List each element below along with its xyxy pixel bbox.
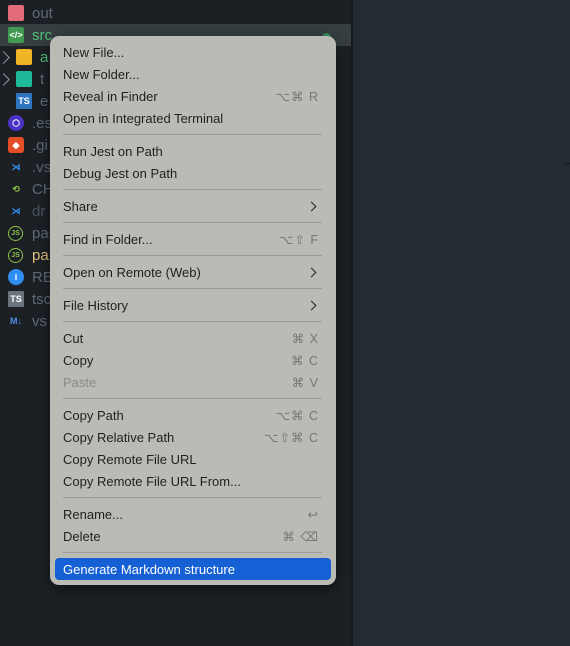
- menu-item-label: Cut: [63, 330, 84, 346]
- menu-item-copy[interactable]: Copy ⌘ C: [55, 349, 331, 371]
- menu-separator: [63, 134, 322, 135]
- menu-item-label: Copy Relative Path: [63, 429, 175, 445]
- menu-item-label: Debug Jest on Path: [63, 165, 178, 181]
- menu-separator: [63, 255, 322, 256]
- menu-item-label: Open on Remote (Web): [63, 264, 201, 280]
- menu-item-label: Delete: [63, 528, 101, 544]
- shortcut-hint: ⌥⌘ C: [275, 408, 319, 423]
- menu-item-label: New File...: [63, 44, 125, 60]
- menu-item-label: Generate Markdown structure: [63, 561, 235, 577]
- shortcut-hint: ⌘ ⌫: [282, 529, 319, 544]
- shortcut-hint: ⌥⇧ F: [279, 232, 319, 247]
- menu-item-label: Reveal in Finder: [63, 88, 158, 104]
- chevron-right-icon: [306, 300, 317, 310]
- shortcut-hint: ⌘ X: [291, 331, 319, 346]
- menu-item-new-file[interactable]: New File...: [55, 41, 331, 63]
- menu-item-generate-markdown-structure[interactable]: Generate Markdown structure: [55, 558, 331, 580]
- menu-item-label: Rename...: [63, 506, 123, 522]
- menu-item-delete[interactable]: Delete ⌘ ⌫: [55, 525, 331, 547]
- menu-item-label: Copy Remote File URL: [63, 451, 197, 467]
- editor-ruler-mark: [564, 163, 570, 164]
- menu-separator: [63, 288, 322, 289]
- chevron-right-icon: [306, 201, 317, 211]
- menu-separator: [63, 222, 322, 223]
- menu-item-file-history[interactable]: File History: [55, 294, 331, 316]
- file-tree-label: pa: [32, 224, 49, 242]
- menu-item-find-in-folder[interactable]: Find in Folder... ⌥⇧ F: [55, 228, 331, 250]
- shortcut-hint: ⌘ V: [291, 375, 319, 390]
- shortcut-hint: ⌥⇧⌘ C: [264, 430, 319, 445]
- menu-separator: [63, 321, 322, 322]
- menu-item-label: Copy: [63, 352, 94, 368]
- file-tree-label: a: [40, 48, 49, 66]
- menu-item-label: Paste: [63, 374, 97, 390]
- menu-item-copy-relative-path[interactable]: Copy Relative Path ⌥⇧⌘ C: [55, 426, 331, 448]
- editor-area[interactable]: [353, 0, 570, 646]
- file-tree-label: t: [40, 70, 45, 88]
- chevron-right-icon[interactable]: [0, 72, 10, 86]
- menu-item-debug-jest-on-path[interactable]: Debug Jest on Path: [55, 162, 331, 184]
- menu-item-label: New Folder...: [63, 66, 140, 82]
- menu-item-open-in-integrated-terminal[interactable]: Open in Integrated Terminal: [55, 107, 331, 129]
- menu-item-label: File History: [63, 297, 129, 313]
- file-tree-item[interactable]: out: [0, 2, 351, 24]
- tsconfig-icon: TS: [8, 291, 24, 307]
- markdown-icon: M↓: [10, 316, 22, 326]
- vscode-icon: ⋊: [11, 205, 21, 216]
- chevron-right-icon[interactable]: [0, 50, 10, 64]
- menu-item-label: Open in Integrated Terminal: [63, 110, 224, 126]
- folder-teal-icon: [16, 71, 32, 87]
- nodejs-icon: JS: [8, 225, 23, 241]
- shortcut-hint: ⌘ C: [291, 353, 319, 368]
- menu-item-paste: Paste ⌘ V: [55, 371, 331, 393]
- shortcut-hint: ↩: [307, 507, 319, 522]
- file-tree-label: pa: [32, 246, 49, 264]
- eslint-icon: ⬡: [8, 115, 24, 131]
- file-tree-label: .gi: [32, 136, 48, 154]
- context-menu: New File... New Folder... Reveal in Finder…: [50, 36, 336, 585]
- file-tree-label: .vs: [32, 158, 52, 176]
- menu-item-reveal-in-finder[interactable]: Reveal in Finder ⌥⌘ R: [55, 85, 331, 107]
- menu-separator: [63, 398, 322, 399]
- menu-separator: [63, 552, 322, 553]
- menu-item-run-jest-on-path[interactable]: Run Jest on Path: [55, 140, 331, 162]
- typescript-file-icon: TS: [16, 93, 32, 109]
- menu-item-copy-path[interactable]: Copy Path ⌥⌘ C: [55, 404, 331, 426]
- nodejs-icon: JS: [8, 247, 23, 263]
- menu-item-cut[interactable]: Cut ⌘ X: [55, 327, 331, 349]
- menu-item-copy-remote-file-url[interactable]: Copy Remote File URL: [55, 448, 331, 470]
- vscode-icon: ⋊: [11, 161, 21, 172]
- menu-item-share[interactable]: Share: [55, 195, 331, 217]
- info-icon: i: [8, 269, 24, 285]
- menu-separator: [63, 189, 322, 190]
- git-icon: ◆: [8, 137, 24, 153]
- menu-item-label: Find in Folder...: [63, 231, 153, 247]
- folder-yellow-icon: [16, 49, 32, 65]
- folder-src-icon: </>: [8, 27, 24, 43]
- changelog-icon: ⟲: [12, 183, 20, 194]
- menu-item-label: Copy Path: [63, 407, 124, 423]
- menu-item-copy-remote-file-url-from[interactable]: Copy Remote File URL From...: [55, 470, 331, 492]
- file-tree-label: dr: [32, 202, 46, 220]
- menu-item-label: Copy Remote File URL From...: [63, 473, 241, 489]
- shortcut-hint: ⌥⌘ R: [275, 89, 319, 104]
- file-tree-label: src: [32, 26, 52, 44]
- chevron-right-icon: [306, 267, 317, 277]
- menu-separator: [63, 497, 322, 498]
- file-tree-label: .es: [32, 114, 53, 132]
- menu-item-label: Run Jest on Path: [63, 143, 163, 159]
- menu-item-open-on-remote-web[interactable]: Open on Remote (Web): [55, 261, 331, 283]
- menu-item-new-folder[interactable]: New Folder...: [55, 63, 331, 85]
- file-tree-label: vs: [32, 312, 47, 330]
- folder-red-icon: [8, 5, 24, 21]
- file-tree-label: e: [40, 92, 49, 110]
- file-tree-label: out: [32, 4, 53, 22]
- file-tree-label: tsc: [32, 290, 52, 308]
- menu-item-label: Share: [63, 198, 98, 214]
- menu-item-rename[interactable]: Rename... ↩: [55, 503, 331, 525]
